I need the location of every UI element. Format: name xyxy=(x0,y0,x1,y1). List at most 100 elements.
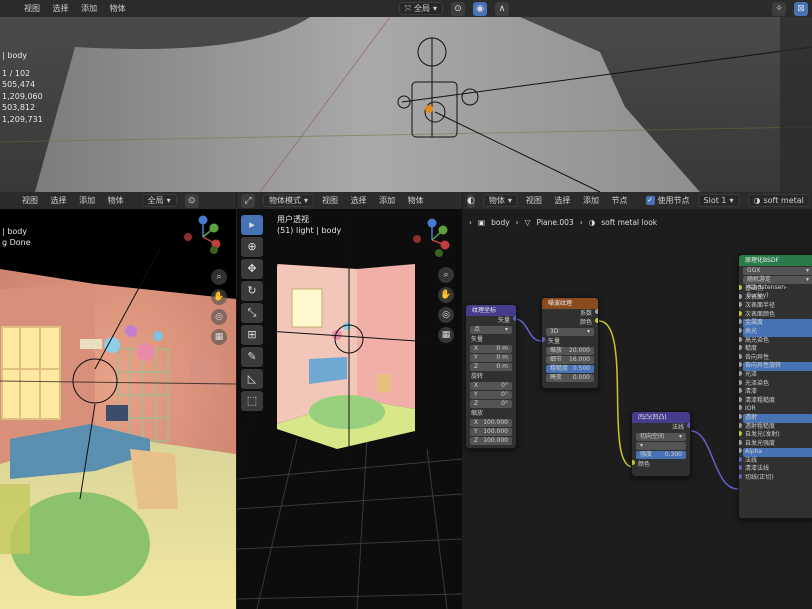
menu-view[interactable]: 视图 xyxy=(322,196,338,205)
bsdf-input-row[interactable]: 高光染色 xyxy=(739,336,812,346)
socket-icon[interactable] xyxy=(739,345,742,351)
socket-icon[interactable] xyxy=(739,422,742,428)
bsdf-input-row[interactable]: 糙度 xyxy=(739,345,812,354)
node-field[interactable]: Y0 m xyxy=(470,354,512,362)
socket-icon[interactable] xyxy=(739,293,742,299)
node-dropdown[interactable]: 切向空间 ▾ xyxy=(636,433,686,441)
socket-icon[interactable] xyxy=(739,465,742,471)
socket-icon[interactable] xyxy=(739,362,742,368)
socket-icon[interactable] xyxy=(739,448,742,454)
socket-icon[interactable] xyxy=(739,336,742,342)
overlay-toggle-icon[interactable]: ⊠ xyxy=(794,1,808,16)
socket-icon[interactable] xyxy=(739,405,742,411)
hand-icon[interactable]: ✋ xyxy=(211,289,227,305)
hand-icon[interactable]: ✋ xyxy=(438,287,454,303)
bsdf-input-row[interactable]: 自发光(发射) xyxy=(739,431,812,440)
node-noise-texture[interactable]: 噪波纹理 系数 颜色 3D ▾ 矢量 缩放 20.000 细节 16.000 粗糙度 0… xyxy=(541,297,599,389)
socket-icon[interactable] xyxy=(739,353,742,359)
grid-icon[interactable]: ▦ xyxy=(211,329,227,345)
node-field[interactable]: 细节 16.000 xyxy=(546,356,594,364)
node-field[interactable]: 粗糙度 0.500 xyxy=(546,365,594,373)
bsdf-input-row[interactable]: 自发光强度 xyxy=(739,439,812,449)
socket-icon[interactable] xyxy=(739,474,742,480)
socket-icon[interactable] xyxy=(739,431,742,437)
menu-add[interactable]: 添加 xyxy=(583,196,599,205)
node-field[interactable]: Y 0° xyxy=(470,391,512,399)
socket-icon[interactable] xyxy=(739,302,742,308)
use-nodes-checkbox[interactable]: ✓ 使用节点 xyxy=(645,195,690,206)
menu-node[interactable]: 节点 xyxy=(612,196,628,205)
add-cube-icon[interactable]: ⬚ xyxy=(241,391,263,411)
menu-object[interactable]: 物体 xyxy=(110,4,126,13)
bsdf-input-row[interactable]: Alpha xyxy=(739,448,812,457)
menu-object[interactable]: 物体 xyxy=(408,196,424,205)
bsdf-input-row[interactable]: 次表面半径 xyxy=(739,302,812,311)
measure-icon[interactable]: ◺ xyxy=(241,369,263,389)
node-texture-coordinate[interactable]: 纹理坐标 矢量 点 ▾ 矢量 X0 m Y0 m Z0 m 旋转 X 0° Y 0° … xyxy=(465,304,517,449)
socket-icon[interactable] xyxy=(739,456,742,462)
socket-icon[interactable] xyxy=(739,413,742,419)
socket-icon[interactable] xyxy=(739,396,742,402)
move-icon[interactable]: ✥ xyxy=(241,259,263,279)
navigation-gizmo[interactable] xyxy=(409,217,455,263)
bsdf-input-row[interactable]: 透射粗糙度 xyxy=(739,422,812,432)
menu-select[interactable]: 选择 xyxy=(554,196,570,205)
camera-icon[interactable]: ◎ xyxy=(438,307,454,323)
zoom-icon[interactable]: ⌕ xyxy=(438,267,454,283)
bsdf-input-row[interactable]: IOR xyxy=(739,405,812,414)
menu-add[interactable]: 添加 xyxy=(79,196,95,205)
menu-add[interactable]: 添加 xyxy=(81,4,97,13)
socket-icon[interactable] xyxy=(739,285,742,290)
socket-icon[interactable] xyxy=(739,310,742,316)
rotate-icon[interactable]: ↻ xyxy=(241,281,263,301)
select-box-icon[interactable]: ▸ xyxy=(241,215,263,235)
bsdf-input-row[interactable]: 金属度 xyxy=(739,319,812,328)
menu-select[interactable]: 选择 xyxy=(351,196,367,205)
node-field[interactable]: 畸变 0.000 xyxy=(546,374,594,382)
bsdf-input-row[interactable]: 清漆 xyxy=(739,388,812,397)
socket-icon[interactable] xyxy=(739,388,742,394)
zoom-icon[interactable]: ⌕ xyxy=(211,269,227,285)
bsdf-input-row[interactable]: 清漆法线 xyxy=(739,465,812,474)
snap-icon[interactable]: ⊙ xyxy=(184,193,199,208)
menu-select[interactable]: 选择 xyxy=(53,4,69,13)
node-field[interactable]: 强度 0.300 xyxy=(636,451,686,459)
slot-select[interactable]: Slot 1 ▾ xyxy=(697,194,740,207)
socket-icon[interactable] xyxy=(739,370,742,376)
bsdf-input-row[interactable]: 次表面 xyxy=(739,293,812,303)
grid-icon[interactable]: ▦ xyxy=(438,327,454,343)
node-bump[interactable]: 凹凸(凹凸) 法线 切向空间 ▾ ▾ 强度 0.300 颜色 xyxy=(631,411,691,477)
orientation-select[interactable]: ⤧ 全局 ▾ xyxy=(398,2,444,15)
editor-type-icon[interactable]: ◐ xyxy=(467,193,475,208)
snap-icon[interactable]: ◉ xyxy=(473,1,488,16)
node-editor[interactable]: › ▣ body › ▽ Plane.003 › ◑ soft metal lo… xyxy=(463,209,812,609)
left-render-viewport[interactable]: | body g Done ⌕ ✋ ◎ ▦ xyxy=(0,209,236,609)
pivot-icon[interactable]: ⊙ xyxy=(451,1,466,16)
node-dropdown[interactable]: 点 ▾ xyxy=(470,326,512,334)
bsdf-input-row[interactable]: 各向异性旋转 xyxy=(739,362,812,371)
socket-icon[interactable] xyxy=(739,327,742,333)
node-dropdown[interactable]: 3D ▾ xyxy=(546,328,594,336)
transform-icon[interactable]: ⊞ xyxy=(241,325,263,345)
annotate-icon[interactable]: ✎ xyxy=(241,347,263,367)
node-field[interactable]: 缩放 20.000 xyxy=(546,347,594,355)
menu-view[interactable]: 视图 xyxy=(526,196,542,205)
menu-object[interactable]: 物体 xyxy=(108,196,124,205)
scale-icon[interactable]: ⤡ xyxy=(241,303,263,323)
menu-add[interactable]: 添加 xyxy=(379,196,395,205)
cursor-icon[interactable]: ⊕ xyxy=(241,237,263,257)
node-field[interactable]: X 0° xyxy=(470,382,512,390)
node-dropdown[interactable]: 随机游走(Christensen-Burley) ▾ xyxy=(743,276,812,299)
bsdf-input-row[interactable]: 清漆粗糙度 xyxy=(739,396,812,406)
socket-icon[interactable] xyxy=(739,379,742,385)
menu-view[interactable]: 视图 xyxy=(24,4,40,13)
navigation-gizmo[interactable] xyxy=(180,214,226,260)
node-field[interactable]: Z0 m xyxy=(470,363,512,371)
gizmo-toggle-icon[interactable]: ✧ xyxy=(772,1,786,16)
material-select[interactable]: ◑ soft metal xyxy=(747,194,810,207)
mid-viewport[interactable]: ▸ ⊕ ✥ ↻ ⤡ ⊞ ✎ ◺ ⬚ 用户透视 (51) light | body… xyxy=(237,209,462,609)
bsdf-input-row[interactable]: 高光 xyxy=(739,327,812,337)
proportional-icon[interactable]: ∧ xyxy=(495,1,510,16)
camera-icon[interactable]: ◎ xyxy=(211,309,227,325)
node-field[interactable]: Y 100.000 xyxy=(470,428,512,436)
